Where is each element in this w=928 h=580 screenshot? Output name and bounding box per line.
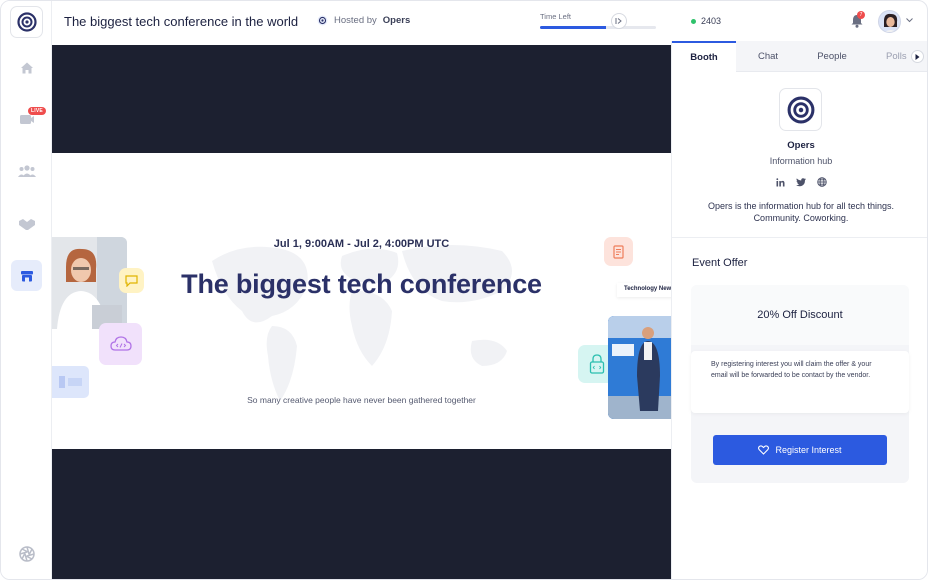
home-icon	[20, 62, 33, 73]
cloud-code-tile	[99, 323, 142, 365]
booth-icon	[20, 270, 33, 281]
card-tile	[52, 366, 89, 398]
world-map-background	[212, 245, 512, 401]
id-card-icon	[58, 376, 82, 388]
tab-chat[interactable]: Chat	[736, 41, 800, 72]
aperture-icon	[19, 546, 35, 562]
register-interest-button[interactable]: Register Interest	[713, 435, 887, 465]
chevron-right-icon	[915, 53, 920, 60]
chat-tile	[119, 268, 144, 293]
sidebar-item-home[interactable]	[11, 52, 42, 83]
live-badge: LIVE	[28, 107, 46, 115]
document-tile	[604, 237, 633, 266]
host-name[interactable]: Opers	[383, 15, 410, 26]
banner-title: The biggest tech conference	[181, 269, 542, 299]
hosted-prefix: Hosted by	[334, 15, 377, 26]
opers-booth-logo-icon	[787, 96, 814, 123]
viewer-count-value: 2403	[701, 16, 722, 26]
time-left-fill	[540, 26, 607, 29]
sidebar-item-booths[interactable]	[11, 260, 42, 291]
opers-logo-icon	[16, 12, 37, 32]
cloud-code-icon	[109, 336, 132, 351]
viewer-count: 2403	[691, 16, 721, 26]
collapse-panel-button[interactable]	[611, 13, 627, 29]
banner-subtitle: So many creative people have never been …	[247, 395, 476, 405]
app-window: LIVE The biggest tech conference in the …	[0, 0, 928, 580]
offer-card: 20% Off Discount By registering interest…	[691, 285, 909, 483]
time-left-label: Time Left	[540, 12, 571, 21]
top-header: The biggest tech conference in the world…	[52, 1, 671, 45]
speaker-photo-left	[52, 237, 127, 329]
booth-logo	[779, 88, 822, 131]
booth-description: Opers is the information hub for all tec…	[707, 201, 895, 223]
tab-polls[interactable]: Polls	[864, 41, 912, 72]
booth-social-links	[775, 177, 827, 187]
sidebar-item-networking[interactable]	[11, 208, 42, 239]
chat-bubble-icon	[125, 274, 138, 287]
tab-booth[interactable]: Booth	[672, 41, 736, 72]
heart-icon	[758, 445, 770, 455]
globe-icon[interactable]	[817, 177, 827, 187]
stage-video[interactable]: Jul 1, 9:00AM - Jul 2, 4:00PM UTC The bi…	[52, 45, 671, 579]
panel-tabs: Booth Chat People Polls	[672, 41, 927, 72]
notification-badge: 7	[857, 11, 865, 19]
event-offer-title: Event Offer	[692, 257, 748, 269]
event-banner: Jul 1, 9:00AM - Jul 2, 4:00PM UTC The bi…	[52, 153, 671, 449]
app-logo[interactable]	[10, 6, 43, 38]
hosted-by: Hosted by Opers	[317, 15, 410, 26]
booth-name: Opers	[787, 140, 815, 151]
register-interest-label: Register Interest	[775, 445, 842, 455]
page-title: The biggest tech conference in the world	[64, 14, 299, 29]
tabs-scroll-right-button[interactable]	[911, 50, 924, 63]
handshake-icon	[18, 218, 35, 230]
speaker-on-stage-image	[608, 316, 671, 419]
right-panel: Booth Chat People Polls Opers Informatio…	[671, 41, 927, 579]
lock-icon	[589, 354, 605, 374]
offer-description: By registering interest you will claim t…	[691, 351, 909, 413]
booth-subtitle: Information hub	[769, 156, 833, 166]
sidebar: LIVE	[1, 1, 52, 579]
tab-people[interactable]: People	[800, 41, 864, 72]
collapse-arrow-icon	[615, 18, 622, 24]
woman-with-laptop-image	[52, 237, 127, 329]
avatar-image	[879, 11, 900, 32]
user-avatar[interactable]	[878, 10, 901, 33]
twitter-icon[interactable]	[796, 177, 806, 187]
chevron-down-icon[interactable]	[906, 18, 913, 23]
technology-news-tag: Technology New	[617, 283, 671, 297]
document-icon	[613, 244, 624, 259]
speaker-photo-right	[608, 316, 671, 419]
platform-logo	[17, 544, 37, 564]
event-date: Jul 1, 9:00AM - Jul 2, 4:00PM UTC	[273, 238, 450, 250]
host-logo-icon	[317, 15, 328, 26]
time-left-bar	[540, 26, 656, 29]
offer-headline: 20% Off Discount	[691, 285, 909, 345]
panel-divider	[672, 237, 927, 238]
people-icon	[17, 164, 36, 177]
sidebar-item-sessions[interactable]	[11, 155, 42, 186]
linkedin-icon[interactable]	[775, 177, 785, 187]
online-dot-icon	[691, 18, 696, 24]
